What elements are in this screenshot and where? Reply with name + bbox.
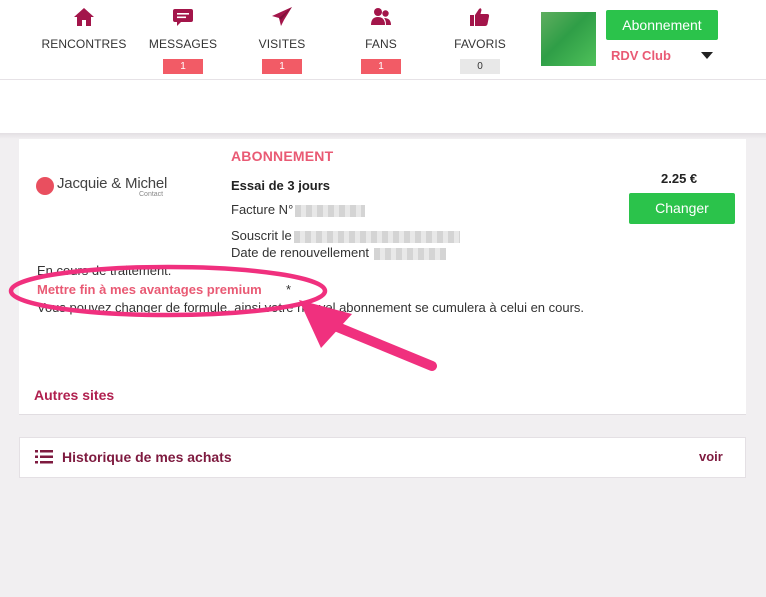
other-sites-title[interactable]: Autres sites [34,387,114,403]
nav-rencontres[interactable]: RENCONTRES [34,6,134,52]
change-button[interactable]: Changer [629,193,735,224]
purchase-history-panel[interactable]: Historique de mes achats voir [19,437,746,478]
favorites-count-badge: 0 [460,59,500,74]
chevron-down-icon[interactable] [701,52,713,59]
history-title: Historique de mes achats [62,449,232,465]
renewal-label: Date de renouvellement [231,245,370,260]
redacted-value [295,204,366,217]
price: 2.25 € [661,171,698,186]
view-history-link[interactable]: voir [699,449,723,464]
page-header-band [0,80,766,134]
cancel-premium-link[interactable]: Mettre fin à mes avantages premium [37,282,262,297]
fans-count-badge: 1 [361,59,401,74]
pending-status-text: En cours de traitement. [37,263,172,278]
jacquie-michel-logo: Jacquie & Michel Contact [35,175,175,201]
nav-favoris[interactable]: FAVORIS 0 [430,6,530,74]
list-icon [35,450,53,464]
nav-label: FAVORIS [454,37,506,51]
messages-count-badge: 1 [163,59,203,74]
thumbs-up-icon [470,8,490,26]
plan-name: Essai de 3 jours [231,178,330,193]
invoice-line: Facture N° [231,202,366,217]
subscribed-line: Souscrit le [231,228,460,243]
subscribe-button[interactable]: Abonnement [606,10,718,40]
divider [19,414,746,415]
nav-label: RENCONTRES [41,37,127,51]
home-icon [74,8,94,26]
footnote-asterisk: * [286,282,292,297]
nav-messages[interactable]: MESSAGES 1 [133,6,233,74]
nav-fans[interactable]: FANS 1 [331,6,431,74]
visits-count-badge: 1 [262,59,302,74]
avatar[interactable] [541,12,596,66]
users-icon [371,8,391,25]
nav-label: VISITES [258,37,306,51]
logo-mark-icon [36,177,54,195]
chat-bubble-icon [173,9,193,26]
paper-plane-icon [272,7,292,26]
invoice-label: Facture N° [231,202,294,217]
club-name[interactable]: RDV Club [611,48,671,63]
subscribed-label: Souscrit le [231,228,292,243]
nav-visites[interactable]: VISITES 1 [232,6,332,74]
redacted-value [374,247,447,260]
nav-label: FANS [365,37,397,51]
renewal-line: Date de renouvellement [231,245,447,260]
logo-sub-text: Contact [139,191,164,198]
redacted-value [293,230,460,243]
top-navigation-bar: RENCONTRES MESSAGES 1 VISITES 1 FANS 1 F… [0,0,766,80]
logo-brand-text: Jacquie & Michel [57,175,168,192]
nav-label: MESSAGES [148,37,218,51]
subscription-note: Vous pouvez changer de formule, ainsi vo… [37,300,585,315]
section-title: ABONNEMENT [231,148,334,164]
